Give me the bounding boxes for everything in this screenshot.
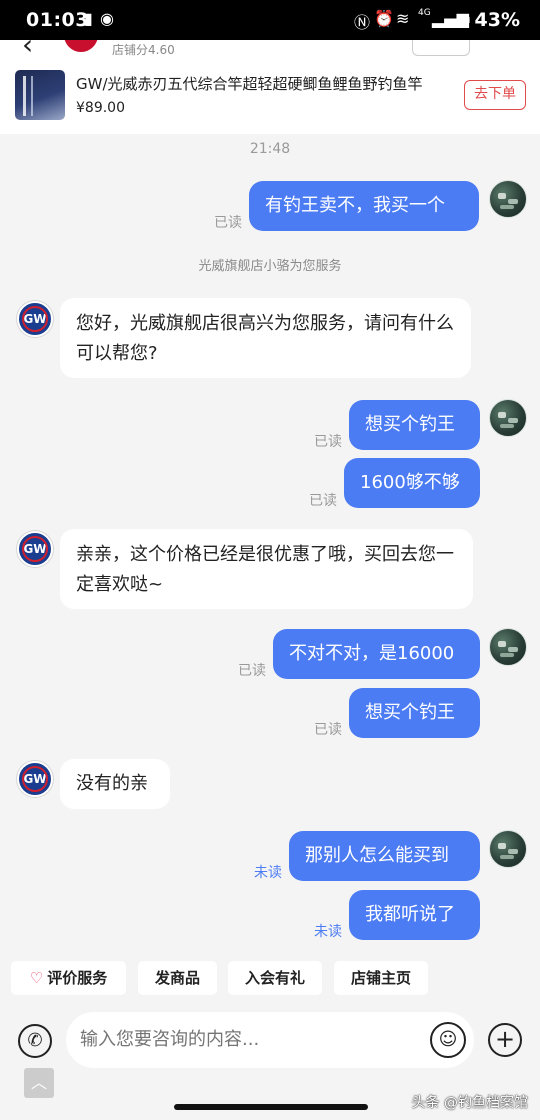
message-outgoing[interactable]: 想买个钓王 [349, 400, 480, 450]
system-note: 光威旗舰店小骆为您服务 [198, 259, 342, 274]
phone-icon[interactable]: ✆ [18, 1024, 52, 1058]
user-avatar[interactable] [489, 830, 527, 868]
unread-status: 未读 [314, 924, 342, 940]
message-incoming[interactable]: 没有的亲 [60, 759, 170, 809]
home-indicator[interactable] [174, 1104, 368, 1110]
unread-status: 未读 [254, 865, 282, 881]
network-label: 4G [418, 8, 431, 18]
product-price: ¥89.00 [76, 100, 125, 116]
store-avatar-header[interactable] [64, 40, 98, 52]
status-time: 01:03 [26, 9, 89, 31]
store-score: 店铺分4.60 [112, 43, 175, 57]
status-bar: 01:03 ▮ ◉ Ⓝ ⏰ ≋ 4G ▂▄▆ ▭ 43% [0, 0, 540, 40]
chip-label: 评价服务 [47, 969, 108, 987]
watermark: 头条 @钓鱼档案馆 [411, 1095, 528, 1111]
battery-icon: ▭ [456, 9, 472, 28]
store-avatar[interactable]: GW [17, 301, 53, 337]
plus-icon[interactable]: + [488, 1023, 522, 1057]
emoji-icon[interactable]: ☺ [430, 1022, 466, 1058]
alarm-icon: ⏰ [374, 9, 394, 28]
message-input[interactable] [66, 1012, 474, 1068]
chat-timestamp: 21:48 [249, 141, 291, 157]
read-status: 已读 [314, 722, 342, 738]
store-homepage-button[interactable]: 店铺主页 [334, 961, 428, 995]
join-membership-button[interactable]: 入会有礼 [228, 961, 322, 995]
heart-icon: ♡ [29, 969, 44, 987]
read-status: 已读 [309, 493, 337, 509]
message-outgoing[interactable]: 不对不对，是16000 [273, 629, 480, 679]
eye-icon: ◉ [100, 9, 114, 28]
product-title: GW/光威赤刃五代综合竿超轻超硬鲫鱼鲤鱼野钓鱼竿 [76, 75, 423, 93]
header-button[interactable] [412, 40, 470, 56]
message-incoming[interactable]: 您好，光威旗舰店很高兴为您服务，请问有什么可以帮您? [60, 298, 471, 378]
read-status: 已读 [214, 215, 242, 231]
chat-header: ‹ 店铺分4.60 [0, 40, 540, 60]
back-chevron-icon[interactable]: ‹ [22, 40, 33, 60]
message-outgoing[interactable]: 想买个钓王 [349, 688, 480, 738]
message-outgoing[interactable]: 有钓王卖不，我买一个 [249, 181, 479, 231]
read-status: 已读 [238, 663, 266, 679]
message-incoming[interactable]: 亲亲，这个价格已经是很优惠了哦，买回去您一定喜欢哒~ [60, 529, 473, 609]
rate-service-button[interactable]: ♡ 评价服务 [11, 961, 126, 995]
user-avatar[interactable] [489, 399, 527, 437]
store-avatar[interactable]: GW [17, 761, 53, 797]
user-avatar[interactable] [489, 628, 527, 666]
sim-icon: ▮ [84, 9, 93, 28]
read-status: 已读 [314, 434, 342, 450]
user-avatar[interactable] [489, 180, 527, 218]
place-order-button[interactable]: 去下单 [464, 80, 526, 110]
store-avatar[interactable]: GW [17, 531, 53, 567]
battery-percent: 43% [474, 9, 520, 31]
scroll-up-icon[interactable]: ︿ [24, 1068, 54, 1098]
product-thumbnail[interactable] [15, 70, 65, 120]
message-outgoing[interactable]: 1600够不够 [344, 458, 480, 508]
wifi-icon: ≋ [396, 9, 410, 28]
message-outgoing[interactable]: 那别人怎么能买到 [289, 831, 480, 881]
nfc-icon: Ⓝ [354, 13, 371, 32]
product-card[interactable]: GW/光威赤刃五代综合竿超轻超硬鲫鱼鲤鱼野钓鱼竿 ¥89.00 去下单 [0, 60, 540, 134]
message-outgoing[interactable]: 我都听说了 [349, 890, 480, 940]
send-product-button[interactable]: 发商品 [138, 961, 217, 995]
